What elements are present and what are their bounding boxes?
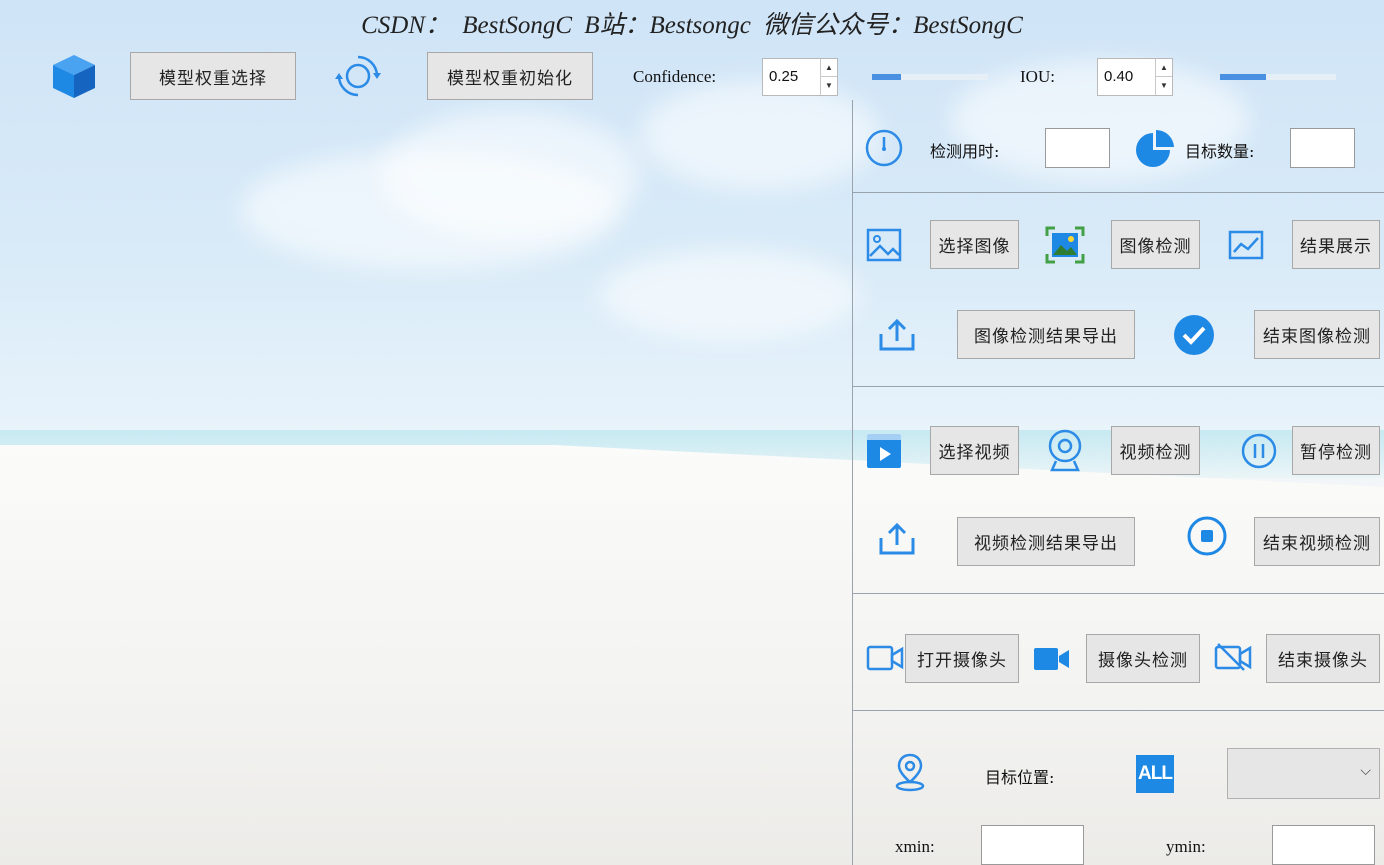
camera-filled-icon: [1034, 648, 1069, 670]
divider: [852, 386, 1384, 387]
model-weight-init-button[interactable]: 模型权重初始化: [427, 52, 593, 100]
stop-video-detect-button[interactable]: 结束视频检测: [1254, 517, 1380, 566]
ymin-field: [1272, 825, 1375, 865]
pause-detect-button[interactable]: 暂停检测: [1292, 426, 1380, 475]
check-circle-icon: [1174, 315, 1214, 355]
image-icon: [866, 228, 902, 262]
location-pin-icon: [895, 753, 925, 792]
show-result-button[interactable]: 结果展示: [1292, 220, 1380, 269]
target-select-dropdown[interactable]: ⌵: [1227, 748, 1380, 799]
detect-time-field: [1045, 128, 1110, 168]
confidence-slider-fill: [872, 74, 901, 80]
refresh-icon: [335, 55, 381, 97]
stop-image-detect-button[interactable]: 结束图像检测: [1254, 310, 1380, 359]
xmin-label: xmin:: [895, 837, 935, 856]
confidence-label: Confidence:: [633, 67, 717, 86]
divider: [852, 593, 1384, 594]
webcam-icon: [1048, 429, 1082, 472]
iou-spinbox[interactable]: 0.40 ▲ ▼: [1097, 58, 1173, 96]
confidence-up-arrow-icon[interactable]: ▲: [821, 59, 837, 77]
all-icon-text: ALL: [1138, 763, 1173, 784]
iou-value: 0.40: [1104, 68, 1134, 85]
xmin-field: [981, 825, 1084, 865]
upload-icon: [879, 318, 915, 351]
confidence-value: 0.25: [769, 68, 799, 85]
chart-line-icon: [1228, 230, 1264, 260]
image-detect-button[interactable]: 图像检测: [1111, 220, 1200, 269]
export-image-result-button[interactable]: 图像检测结果导出: [957, 310, 1135, 359]
select-video-button[interactable]: 选择视频: [930, 426, 1019, 475]
detect-time-label: 检测用时:: [930, 142, 1000, 161]
iou-slider-fill: [1220, 74, 1267, 80]
divider: [852, 192, 1384, 193]
video-file-icon: [867, 434, 901, 468]
export-video-result-button[interactable]: 视频检测结果导出: [957, 517, 1135, 566]
stop-circle-icon: [1187, 516, 1227, 556]
pie-chart-icon: [1136, 129, 1174, 167]
cube-icon: [53, 55, 95, 98]
page-title: CSDN： BestSongC B站：Bestsongc 微信公众号：BestS…: [361, 12, 1023, 39]
all-icon: ALL: [1136, 755, 1174, 793]
camera-off-icon: [1214, 643, 1252, 671]
stop-camera-button[interactable]: 结束摄像头: [1266, 634, 1380, 683]
camera-outline-icon: [866, 645, 904, 671]
select-image-button[interactable]: 选择图像: [930, 220, 1019, 269]
target-count-field: [1290, 128, 1355, 168]
pause-icon: [1241, 433, 1277, 469]
camera-detect-button[interactable]: 摄像头检测: [1086, 634, 1200, 683]
target-count-label: 目标数量:: [1185, 142, 1255, 161]
iou-slider[interactable]: [1220, 74, 1336, 80]
clock-icon: [865, 129, 903, 167]
ymin-label: ymin:: [1166, 837, 1206, 856]
confidence-spinbox[interactable]: 0.25 ▲ ▼: [762, 58, 838, 96]
chevron-down-icon: ⌵: [1360, 763, 1371, 779]
iou-label: IOU:: [1020, 67, 1055, 86]
divider: [852, 710, 1384, 711]
upload-icon: [879, 522, 915, 555]
iou-up-arrow-icon[interactable]: ▲: [1156, 59, 1172, 77]
confidence-down-arrow-icon[interactable]: ▼: [821, 77, 837, 95]
target-position-label: 目标位置:: [985, 768, 1055, 787]
open-camera-button[interactable]: 打开摄像头: [905, 634, 1019, 683]
image-detect-icon: [1045, 226, 1085, 264]
confidence-slider[interactable]: [872, 74, 988, 80]
model-weight-select-button[interactable]: 模型权重选择: [130, 52, 296, 100]
video-detect-button[interactable]: 视频检测: [1111, 426, 1200, 475]
iou-down-arrow-icon[interactable]: ▼: [1156, 77, 1172, 95]
